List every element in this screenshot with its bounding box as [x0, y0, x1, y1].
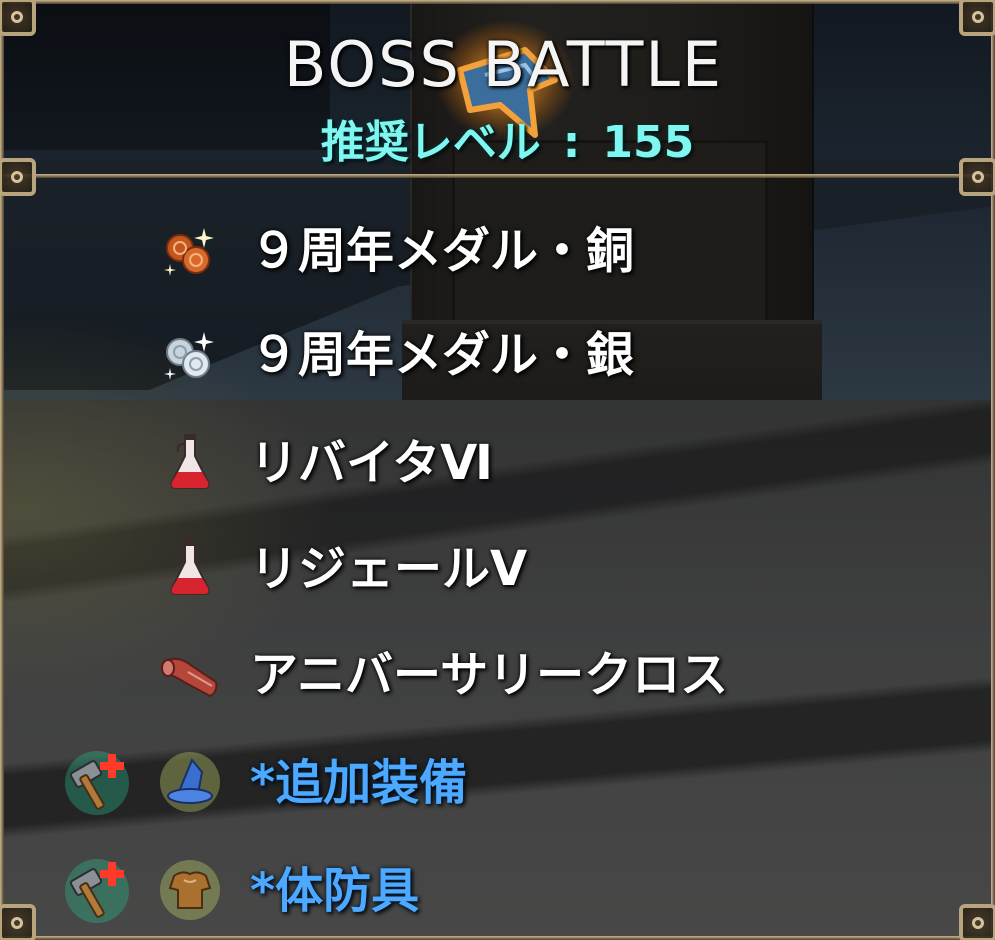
boss-battle-panel: BOSS BATTLE 推奨レベル:155 ９周年メダル・銅 ９周年メダル・銀 … — [0, 0, 995, 940]
frame-top-border — [0, 0, 995, 4]
recommended-level-label: 推奨レベル — [320, 117, 541, 168]
recommended-level: 推奨レベル:155 — [10, 106, 995, 170]
reward-link[interactable]: *体防具 — [250, 856, 419, 926]
reward-name: リジェールⅤ — [250, 541, 528, 597]
reward-name: リバイタⅥ — [250, 435, 493, 491]
reward-name: ９周年メダル・銅 — [250, 223, 635, 279]
reward-item: ９周年メダル・銀 — [0, 304, 995, 404]
reward-name: ９周年メダル・銀 — [250, 327, 635, 383]
hammer-plus-icon[interactable] — [62, 748, 132, 818]
wizard-hat-icon — [160, 752, 220, 812]
cloth-icon — [161, 657, 218, 698]
red-potion-icon — [170, 540, 210, 595]
body-armor-icon — [160, 860, 220, 920]
reward-link[interactable]: *追加装備 — [250, 748, 467, 818]
hammer-plus-icon[interactable] — [62, 856, 132, 926]
reward-item: ９周年メダル・銅 — [0, 200, 995, 300]
silver-medal-icon — [164, 332, 214, 380]
page-title: BOSS BATTLE — [283, 28, 724, 101]
reward-item: リバイタⅥ — [0, 412, 995, 512]
level-separator: : — [562, 117, 581, 168]
game-scene: BOSS BATTLE 推奨レベル:155 ９周年メダル・銅 ９周年メダル・銀 … — [0, 0, 995, 940]
red-potion-icon — [170, 434, 210, 489]
recommended-level-value: 155 — [602, 117, 695, 168]
reward-item: リジェールⅤ — [0, 518, 995, 618]
reward-item: *体防具 — [0, 840, 995, 940]
reward-item: アニバーサリークロス — [0, 624, 995, 724]
header-divider — [0, 174, 995, 178]
reward-item: *追加装備 — [0, 732, 995, 832]
reward-name: アニバーサリークロス — [250, 647, 729, 703]
bronze-medal-icon — [164, 228, 214, 276]
